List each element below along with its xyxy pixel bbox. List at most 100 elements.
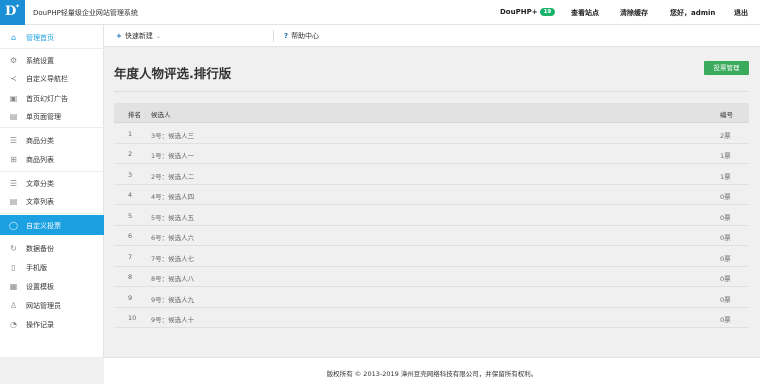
footer: 版权所有 © 2013-2019 漳州豆壳网络科技有限公司，并保留所有权利。 — [104, 357, 760, 384]
rank-cell: 9 — [128, 294, 133, 302]
column-header-candidate: 候选人 — [151, 111, 171, 119]
rank-cell: 2 — [128, 150, 133, 158]
sidebar-item-label: 单页面管理 — [26, 113, 61, 121]
candidate-cell: 2号：候选人二 — [151, 173, 195, 181]
rank-cell: 8 — [128, 273, 133, 281]
sidebar-item-mobile[interactable]: ▯ 手机版 — [0, 257, 104, 277]
votes-cell: 0票 — [720, 193, 731, 201]
sidebar-item-label: 文章分类 — [26, 180, 54, 188]
top-bar: D ✦ DouPHP轻量级企业网站管理系统 DouPHP+ 19 查看站点 清除缓… — [0, 0, 760, 25]
sidebar-item-label: 系统设置 — [26, 57, 54, 65]
table-row: 9 9号：候选人九 0票 — [114, 288, 749, 308]
votes-cell: 0票 — [720, 214, 731, 222]
sidebar-item-label: 文章列表 — [26, 198, 54, 206]
help-center-link[interactable]: ? 帮助中心 — [284, 31, 319, 41]
sidebar-item-admins[interactable]: ♙ 网站管理员 — [0, 295, 104, 315]
votes-cell: 0票 — [720, 234, 731, 242]
sidebar-item-label: 设置模板 — [26, 283, 54, 291]
candidate-cell: 9号：候选人十 — [151, 316, 195, 324]
grid-icon: ⊞ — [10, 155, 17, 164]
table-row: 8 8号：候选人八 0票 — [114, 267, 749, 287]
sidebar-divider — [0, 171, 104, 172]
candidate-cell: 9号：候选人九 — [151, 296, 195, 304]
logout-link[interactable]: 退出 — [734, 8, 748, 18]
candidate-cell: 5号：候选人五 — [151, 214, 195, 222]
plus-icon: + — [116, 32, 122, 40]
sidebar-item-label: 操作记录 — [26, 321, 54, 329]
rank-cell: 10 — [128, 314, 137, 322]
sidebar-item-label: 自定义导航栏 — [26, 75, 68, 83]
sidebar-item-dashboard[interactable]: ⌂ 管理首页 — [0, 27, 104, 47]
mobile-icon: ▯ — [11, 263, 16, 272]
view-site-link[interactable]: 查看站点 — [571, 8, 599, 18]
logo[interactable]: D ✦ — [0, 0, 25, 25]
user-icon: ♙ — [9, 301, 18, 310]
clock-icon: ◔ — [10, 320, 17, 329]
copyright-text: 版权所有 © 2013-2019 漳州豆壳网络科技有限公司，并保留所有权利。 — [326, 370, 538, 378]
table-row: 4 4号：候选人四 0票 — [114, 185, 749, 205]
votes-cell: 1票 — [720, 152, 731, 160]
sidebar-item-article-categories[interactable]: ☰ 文章分类 — [0, 173, 104, 193]
sidebar-item-system-settings[interactable]: ⚙ 系统设置 — [0, 50, 104, 70]
sidebar-divider — [0, 127, 104, 128]
sidebar-item-backup[interactable]: ↻ 数据备份 — [0, 238, 104, 258]
column-header-votes: 编号 — [720, 111, 733, 119]
sidebar-item-label: 商品列表 — [26, 156, 54, 164]
clear-cache-link[interactable]: 清除缓存 — [620, 8, 648, 18]
main-content: 年度人物评选.排行版 投票管理 排名 候选人 编号 1 3号：候选人三 2票 2… — [114, 52, 749, 352]
candidate-cell: 1号：候选人一 — [151, 152, 195, 160]
document-icon: ▤ — [9, 197, 18, 206]
image-icon: ▣ — [9, 94, 18, 103]
table-row: 6 6号：候选人六 0票 — [114, 226, 749, 246]
sidebar-item-pages[interactable]: ▤ 单页面管理 — [0, 106, 104, 126]
table-row: 5 5号：候选人五 0票 — [114, 206, 749, 226]
table-row: 7 7号：候选人七 0票 — [114, 247, 749, 267]
quick-new-menu[interactable]: + 快速新建 ⌄ — [116, 31, 161, 41]
sidebar-divider — [0, 48, 104, 49]
table-row: 1 3号：候选人三 2票 — [114, 124, 749, 144]
rank-cell: 3 — [128, 171, 133, 179]
product-link[interactable]: DouPHP+ 19 — [500, 8, 556, 16]
sidebar-item-navigation[interactable]: ≺ 自定义导航栏 — [0, 68, 104, 88]
title-divider — [114, 91, 749, 92]
votes-cell: 2票 — [720, 132, 731, 140]
sidebar-item-label: 手机版 — [26, 264, 47, 272]
sidebar-divider — [0, 213, 104, 214]
table-row: 3 2号：候选人二 1票 — [114, 165, 749, 185]
table-row: 10 9号：候选人十 0票 — [114, 308, 749, 328]
sidebar-item-label: 自定义投票 — [26, 222, 61, 230]
votes-cell: 0票 — [720, 255, 731, 263]
quick-new-label: 快速新建 — [124, 32, 153, 40]
column-header-rank: 排名 — [128, 111, 141, 119]
chevron-down-icon: ⌄ — [155, 33, 161, 40]
sidebar-item-logs[interactable]: ◔ 操作记录 — [0, 314, 104, 334]
sidebar-item-product-categories[interactable]: ☰ 商品分类 — [0, 130, 104, 150]
votes-cell: 0票 — [720, 316, 731, 324]
sidebar-item-label: 商品分类 — [26, 137, 54, 145]
vote-manage-button[interactable]: 投票管理 — [704, 61, 749, 75]
sidebar-item-custom-vote[interactable]: ◯ 自定义投票 — [0, 215, 104, 235]
document-icon: ▤ — [9, 112, 18, 121]
template-icon: ▦ — [9, 282, 18, 291]
rank-cell: 4 — [128, 191, 133, 199]
table-header: 排名 候选人 编号 — [114, 103, 749, 123]
sidebar: ⌂ 管理首页 ⚙ 系统设置 ≺ 自定义导航栏 ▣ 首页幻灯广告 ▤ 单页面管理 … — [0, 25, 104, 357]
quick-bar: + 快速新建 ⌄ ? 帮助中心 — [104, 25, 760, 47]
candidate-cell: 3号：候选人三 — [151, 132, 195, 140]
sidebar-item-template[interactable]: ▦ 设置模板 — [0, 276, 104, 296]
sidebar-item-slideshow[interactable]: ▣ 首页幻灯广告 — [0, 88, 104, 108]
rank-cell: 5 — [128, 212, 133, 220]
candidate-cell: 6号：候选人六 — [151, 234, 195, 242]
votes-cell: 0票 — [720, 275, 731, 283]
product-label: DouPHP+ — [500, 8, 538, 16]
votes-cell: 0票 — [720, 296, 731, 304]
sidebar-item-article-list[interactable]: ▤ 文章列表 — [0, 191, 104, 211]
subbar-divider — [273, 30, 274, 42]
sidebar-item-label: 首页幻灯广告 — [26, 95, 68, 103]
rank-cell: 7 — [128, 253, 133, 261]
user-greeting[interactable]: 您好，admin — [670, 8, 715, 18]
sidebar-item-label: 网站管理员 — [26, 302, 61, 310]
sidebar-item-product-list[interactable]: ⊞ 商品列表 — [0, 149, 104, 169]
version-badge: 19 — [539, 8, 556, 16]
candidate-cell: 7号：候选人七 — [151, 255, 195, 263]
